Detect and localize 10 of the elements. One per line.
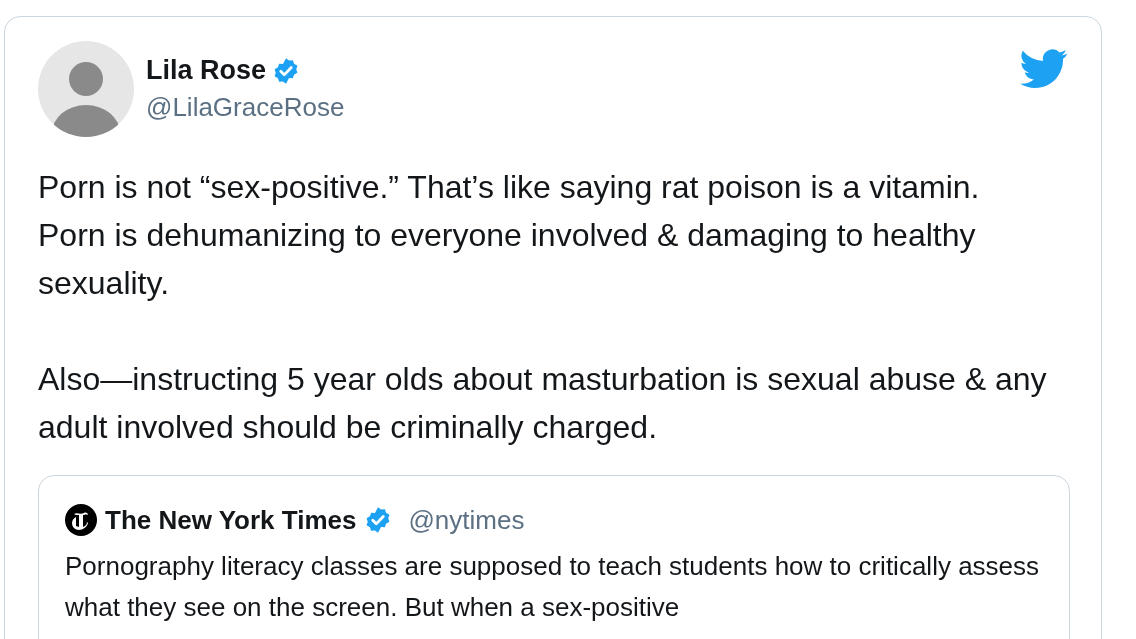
- quoted-author-name[interactable]: The New York Times: [105, 504, 357, 536]
- logo-icon: [65, 504, 97, 536]
- tweet-text: Porn is not “sex-positive.” That’s like saying rat poison is a vitamin. Porn is dehumanizing to everyone involved & damaging to healthy sexuality.: [38, 168, 981, 303]
- quoted-tweet-text: Pornography literacy classes are supposed to teach students how to critically assess what they see on the screen. But when a sex-positive: [65, 550, 1040, 624]
- author-name[interactable]: Lila Rose: [146, 55, 267, 86]
- quoted-author-handle[interactable]: @nytimes: [408, 504, 525, 536]
- bird-logo-icon[interactable]: [1019, 49, 1069, 89]
- tweet-text: Also—instructing 5 year olds about masturbation is sexual abuse & any adult involved should be criminally charged.: [38, 360, 1048, 447]
- author-handle[interactable]: @LilaGraceRose: [146, 92, 1007, 123]
- quoted-tweet-card[interactable]: The New York Times @nytimes Pornography literacy classes are supposed to teach students how to critically assess what they see on the screen. But when a sex-positive: [38, 475, 1070, 639]
